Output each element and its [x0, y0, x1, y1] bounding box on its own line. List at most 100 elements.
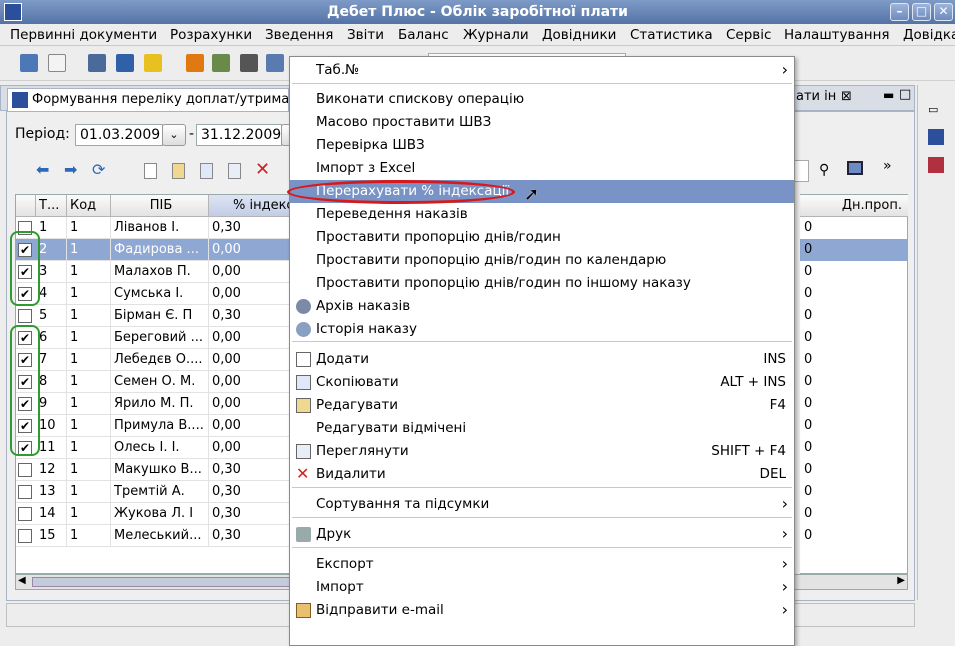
- header-code[interactable]: Код: [67, 195, 111, 217]
- table-row[interactable]: ✔ 9 1 Ярило М. П. 0,00: [16, 393, 291, 415]
- database-icon[interactable]: [20, 54, 38, 72]
- table-row[interactable]: 14 1 Жукова Л. І 0,30: [16, 503, 291, 525]
- header-tab[interactable]: Т...: [36, 195, 67, 217]
- lightning-icon[interactable]: [144, 54, 162, 72]
- header-check[interactable]: [16, 195, 36, 217]
- menu-statistics[interactable]: Статистика: [630, 27, 713, 43]
- calendar-icon[interactable]: [266, 54, 284, 72]
- picture-icon[interactable]: [212, 54, 230, 72]
- table-icon[interactable]: [847, 161, 863, 175]
- table-row[interactable]: ✔ 10 1 Примула В.... 0,00: [16, 415, 291, 437]
- menu-item-20[interactable]: Експорт ›: [290, 553, 794, 576]
- people-icon[interactable]: [928, 157, 944, 173]
- more-icon[interactable]: »: [883, 158, 892, 174]
- menu-item-14[interactable]: Редагувати F4: [290, 394, 794, 417]
- menu-item-17[interactable]: ✕ Видалити DEL: [290, 463, 794, 486]
- tab-formation[interactable]: Формування переліку доплат/утримань: [7, 88, 289, 111]
- menu-journals[interactable]: Журнали: [463, 27, 529, 43]
- menu-item-13[interactable]: Скопіювати ALT + INS: [290, 371, 794, 394]
- app-view-icon[interactable]: [928, 129, 944, 145]
- menu-item-1[interactable]: Виконати спискову операцію: [290, 88, 794, 111]
- copy-doc-icon[interactable]: [200, 163, 213, 179]
- period-from-input[interactable]: 01.03.2009: [75, 124, 163, 146]
- edit-doc-icon[interactable]: [172, 163, 185, 179]
- menu-calculations[interactable]: Розрахунки: [170, 27, 252, 43]
- view-doc-icon[interactable]: [228, 163, 241, 179]
- menu-settings[interactable]: Налаштування: [784, 27, 890, 43]
- refresh-icon[interactable]: ⟳: [92, 160, 110, 180]
- table-row[interactable]: 12 1 Макушко В... 0,30: [16, 459, 291, 481]
- menu-directories[interactable]: Довідники: [542, 27, 616, 43]
- table-row[interactable]: ✔ 8 1 Семен О. М. 0,00: [16, 371, 291, 393]
- row-checkbox[interactable]: [18, 507, 32, 521]
- new-document-icon[interactable]: [48, 54, 66, 72]
- menu-item-16[interactable]: Переглянути SHIFT + F4: [290, 440, 794, 463]
- cell-pct: 0,30: [209, 503, 291, 525]
- menu-item-0[interactable]: Таб.№ ›: [290, 59, 794, 82]
- cell-code: 1: [67, 283, 111, 305]
- scroll-thumb[interactable]: [32, 577, 292, 587]
- restore-view-icon[interactable]: ▭: [928, 103, 938, 116]
- tab-right-label[interactable]: ати ін: [796, 89, 836, 104]
- period-to-input[interactable]: 31.12.2009: [196, 124, 282, 146]
- menu-item-2[interactable]: Масово проставити ШВЗ: [290, 111, 794, 134]
- menu-service[interactable]: Сервіс: [726, 27, 771, 43]
- menu-item-12[interactable]: Додати INS: [290, 348, 794, 371]
- journal-icon[interactable]: [88, 54, 106, 72]
- arrow-right-icon[interactable]: ➡: [64, 160, 82, 180]
- menu-item-6[interactable]: Переведення наказів: [290, 203, 794, 226]
- arrow-left-icon[interactable]: ⬅: [36, 160, 54, 180]
- close-button[interactable]: ✕: [934, 3, 953, 21]
- row-checkbox[interactable]: [18, 309, 32, 323]
- row-checkbox[interactable]: [18, 463, 32, 477]
- header-pct[interactable]: % індекс: [209, 195, 291, 217]
- menu-item-22[interactable]: Відправити e-mail ›: [290, 599, 794, 622]
- menu-help[interactable]: Довідка: [903, 27, 955, 43]
- menu-item-19[interactable]: Друк ›: [290, 523, 794, 546]
- table-row[interactable]: ✔ 11 1 Олесь І. І. 0,00: [16, 437, 291, 459]
- menu-item-7[interactable]: Проставити пропорцію днів/годин: [290, 226, 794, 249]
- menu-item-8[interactable]: Проставити пропорцію днів/годин по кален…: [290, 249, 794, 272]
- cell-tab: 13: [36, 481, 67, 503]
- chevron-down-icon[interactable]: ⌄: [162, 124, 186, 146]
- minimize-view-icon[interactable]: ▬: [883, 88, 894, 102]
- cell-code: 1: [67, 459, 111, 481]
- row-checkbox[interactable]: [18, 485, 32, 499]
- table-row[interactable]: 13 1 Тремтій А. 0,30: [16, 481, 291, 503]
- binoculars-icon[interactable]: ⚲: [819, 162, 829, 178]
- menu-item-18[interactable]: Сортування та підсумки ›: [290, 493, 794, 516]
- menu-item-10[interactable]: Архів наказів: [290, 295, 794, 318]
- header-name[interactable]: ПІБ: [111, 195, 209, 217]
- minimize-button[interactable]: –: [890, 3, 909, 21]
- menu-balance[interactable]: Баланс: [398, 27, 449, 43]
- table-row[interactable]: ✔ 4 1 Сумська І. 0,00: [16, 283, 291, 305]
- orange-box-icon[interactable]: [186, 54, 204, 72]
- table-row[interactable]: ✔ 3 1 Малахов П. 0,00: [16, 261, 291, 283]
- add-doc-icon[interactable]: [144, 163, 157, 179]
- menu-item-15[interactable]: Редагувати відмічені: [290, 417, 794, 440]
- header-dn-prop[interactable]: Дн.проп.: [800, 195, 908, 217]
- maximize-button[interactable]: □: [912, 3, 931, 21]
- menu-item-3[interactable]: Перевірка ШВЗ: [290, 134, 794, 157]
- table-row[interactable]: ✔ 7 1 Лебедєв О.... 0,00: [16, 349, 291, 371]
- row-checkbox[interactable]: [18, 529, 32, 543]
- menu-reports[interactable]: Звіти: [347, 27, 384, 43]
- camera-icon[interactable]: [240, 54, 258, 72]
- scroll-right-icon[interactable]: ▶: [897, 575, 905, 586]
- table-row[interactable]: ✔ 2 1 Фадирова ... 0,00: [16, 239, 291, 261]
- menu-item-11[interactable]: Історія наказу: [290, 318, 794, 341]
- table-row[interactable]: 15 1 Мелеський... 0,30: [16, 525, 291, 547]
- menu-item-9[interactable]: Проставити пропорцію днів/годин по іншом…: [290, 272, 794, 295]
- table-row[interactable]: 1 1 Ліванов І. 0,30: [16, 217, 291, 239]
- menu-item-4[interactable]: Імпорт з Excel: [290, 157, 794, 180]
- delete-icon[interactable]: ✕: [255, 159, 273, 180]
- monitor-icon[interactable]: [116, 54, 134, 72]
- close-icon[interactable]: ⊠: [841, 89, 852, 104]
- menu-item-21[interactable]: Імпорт ›: [290, 576, 794, 599]
- menu-primary-docs[interactable]: Первинні документи: [10, 27, 157, 43]
- table-row[interactable]: 5 1 Бірман Є. П 0,30: [16, 305, 291, 327]
- table-row[interactable]: ✔ 6 1 Береговий ... 0,00: [16, 327, 291, 349]
- maximize-view-icon[interactable]: □: [899, 87, 911, 102]
- scroll-left-icon[interactable]: ◀: [18, 575, 26, 586]
- menu-summary[interactable]: Зведення: [265, 27, 333, 43]
